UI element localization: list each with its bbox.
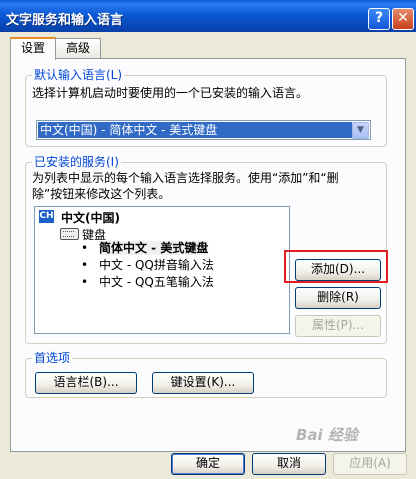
key-settings-button[interactable]: 键设置(K)... — [152, 372, 254, 394]
list-item-label: 简体中文 - 美式键盘 — [99, 241, 209, 255]
list-item[interactable]: • 中文 - QQ拼音输入法 — [81, 257, 214, 273]
list-item-label: 中文 - QQ五笔输入法 — [99, 275, 214, 289]
remove-button[interactable]: 删除(R) — [295, 287, 381, 309]
tab-advanced[interactable]: 高级 — [55, 38, 101, 58]
properties-button[interactable]: 属性(P)... — [295, 315, 381, 337]
dialog-window: 文字服务和输入语言 ? ✕ 设置 高级 默认输入语言(L) 选择计算机启动时要使… — [0, 0, 416, 479]
tab-settings[interactable]: 设置 — [10, 37, 56, 60]
list-item[interactable]: • 中文 - QQ五笔输入法 — [81, 274, 214, 290]
keyboard-icon — [60, 228, 79, 240]
language-node[interactable]: 中文(中国) — [61, 209, 120, 226]
list-item-label: 中文 - QQ拼音输入法 — [99, 258, 214, 272]
title-bar[interactable]: 文字服务和输入语言 ? ✕ — [0, 0, 416, 32]
installed-services-group-title: 已安装的服务(I) — [32, 155, 121, 169]
bullet-icon: • — [81, 241, 89, 255]
highlight-box — [284, 250, 388, 283]
default-language-group-title: 默认输入语言(L) — [32, 68, 125, 82]
bullet-icon: • — [81, 258, 89, 272]
default-language-select[interactable]: 中文(中国) - 简体中文 - 美式键盘 ▼ — [36, 120, 371, 140]
ok-button[interactable]: 确定 — [171, 453, 245, 475]
language-badge-icon: CH — [39, 210, 54, 223]
watermark: Bai 经验 — [296, 426, 358, 444]
chevron-down-icon[interactable]: ▼ — [352, 122, 369, 139]
default-language-description: 选择计算机启动时要使用的一个已安装的输入语言。 — [32, 86, 309, 100]
window-title: 文字服务和输入语言 — [6, 13, 124, 28]
close-button[interactable]: ✕ — [392, 8, 414, 30]
default-language-value: 中文(中国) - 简体中文 - 美式键盘 — [38, 122, 352, 138]
services-description-line2: 除”按钮来修改这个列表。 — [32, 187, 171, 201]
help-button[interactable]: ? — [368, 8, 390, 30]
preferences-group-title: 首选项 — [32, 351, 73, 365]
services-description-line1: 为列表中显示的每个输入语言选择服务。使用“添加”和“删 — [32, 171, 339, 185]
bullet-icon: • — [81, 275, 89, 289]
services-list[interactable]: CH 中文(中国) 键盘 • 简体中文 - 美式键盘 • 中文 - QQ拼音输入法 … — [34, 206, 290, 334]
language-bar-button[interactable]: 语言栏(B)... — [35, 372, 137, 394]
list-item[interactable]: • 简体中文 - 美式键盘 — [81, 240, 209, 256]
